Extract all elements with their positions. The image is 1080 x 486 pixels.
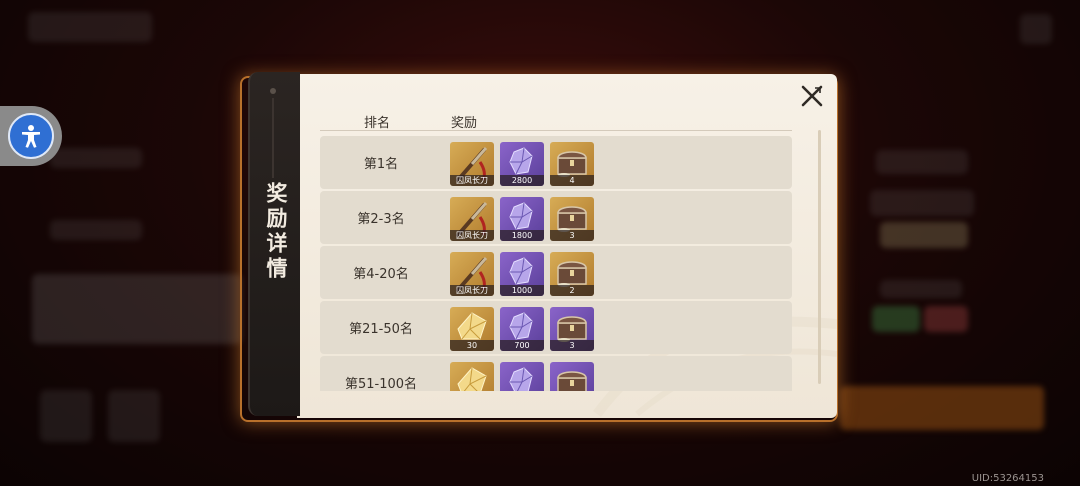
reward-quantity: 4 bbox=[550, 175, 594, 186]
rank-label: 第51-100名 bbox=[344, 377, 418, 391]
reward-item[interactable]: 囚凤长刀 bbox=[450, 252, 494, 296]
reward-quantity: 囚凤长刀 bbox=[450, 230, 494, 241]
reward-row: 第2-3名 囚凤长刀 1800 3 bbox=[320, 191, 792, 244]
reward-item[interactable]: 2800 bbox=[500, 142, 544, 186]
header-divider bbox=[320, 130, 792, 131]
reward-quantity: 1000 bbox=[500, 285, 544, 296]
reward-row: 第1名 囚凤长刀 2800 4 bbox=[320, 136, 792, 189]
rank-label: 第2-3名 bbox=[357, 212, 405, 227]
reward-items: 囚凤长刀 1000 2 bbox=[450, 252, 594, 296]
rank-label: 第4-20名 bbox=[353, 267, 409, 282]
reward-quantity: 3 bbox=[550, 340, 594, 351]
reward-row: 第51-100名 bbox=[320, 356, 792, 391]
reward-quantity: 囚凤长刀 bbox=[450, 285, 494, 296]
accessibility-icon bbox=[8, 113, 54, 159]
reward-item[interactable]: 30 bbox=[450, 307, 494, 351]
reward-row: 第21-50名 30 700 3 bbox=[320, 301, 792, 354]
reward-item[interactable]: 3 bbox=[550, 307, 594, 351]
reward-items: 囚凤长刀 2800 4 bbox=[450, 142, 594, 186]
rank-label: 第21-50名 bbox=[349, 322, 413, 337]
reward-quantity: 3 bbox=[550, 230, 594, 241]
reward-item[interactable]: 1000 bbox=[500, 252, 544, 296]
reward-item[interactable]: 4 bbox=[550, 142, 594, 186]
uid-label: UID:53264153 bbox=[971, 473, 1044, 484]
reward-items bbox=[450, 362, 594, 391]
column-header-rank: 排名 bbox=[364, 116, 391, 131]
scrollbar[interactable] bbox=[818, 130, 821, 384]
reward-list[interactable]: 第1名 囚凤长刀 2800 4 第2-3名 囚凤长刀 1800 3 第4-20名 囚凤长刀 1000… bbox=[320, 136, 792, 391]
accessibility-button[interactable] bbox=[0, 106, 62, 166]
reward-items: 30 700 3 bbox=[450, 307, 594, 351]
reward-item[interactable]: 1800 bbox=[500, 197, 544, 241]
reward-quantity: 700 bbox=[500, 340, 544, 351]
reward-item[interactable]: 囚凤长刀 bbox=[450, 197, 494, 241]
column-header-reward: 奖励 bbox=[451, 116, 478, 131]
close-button[interactable] bbox=[800, 84, 824, 108]
reward-items: 囚凤长刀 1800 3 bbox=[450, 197, 594, 241]
reward-item[interactable] bbox=[450, 362, 494, 391]
reward-item[interactable] bbox=[500, 362, 544, 391]
reward-item[interactable]: 3 bbox=[550, 197, 594, 241]
reward-quantity: 30 bbox=[450, 340, 494, 351]
reward-item[interactable]: 700 bbox=[500, 307, 544, 351]
reward-quantity: 2800 bbox=[500, 175, 544, 186]
rank-label: 第1名 bbox=[363, 157, 399, 172]
reward-row: 第4-20名 囚凤长刀 1000 2 bbox=[320, 246, 792, 299]
dialog-side-tab: 奖励详情 bbox=[248, 72, 300, 416]
reward-quantity: 2 bbox=[550, 285, 594, 296]
dialog-title: 奖励详情 bbox=[264, 182, 288, 282]
close-icon bbox=[801, 85, 823, 107]
reward-item[interactable]: 2 bbox=[550, 252, 594, 296]
reward-item[interactable]: 囚凤长刀 bbox=[450, 142, 494, 186]
reward-quantity: 囚凤长刀 bbox=[450, 175, 494, 186]
reward-item[interactable] bbox=[550, 362, 594, 391]
reward-quantity: 1800 bbox=[500, 230, 544, 241]
